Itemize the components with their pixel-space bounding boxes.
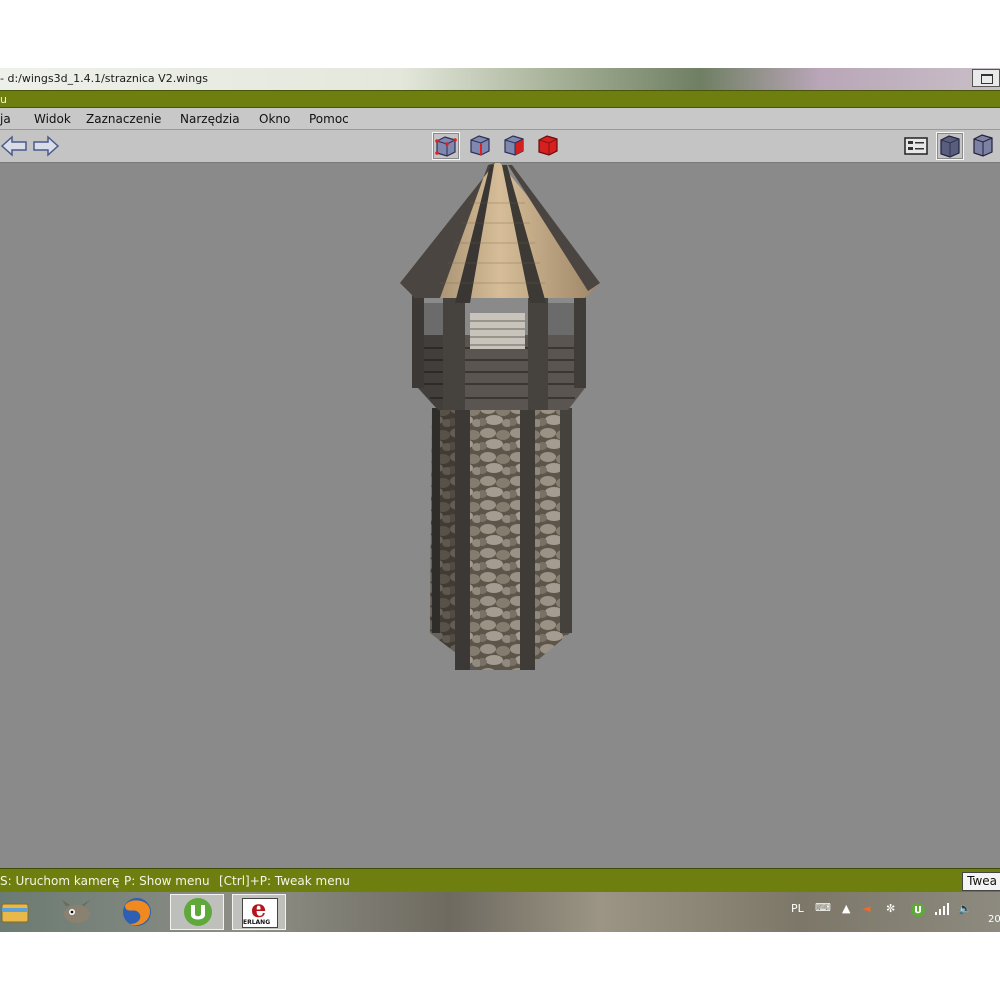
post-left [412, 293, 424, 388]
app-header-bar: u [0, 90, 1000, 108]
tweak-button[interactable]: Twea [962, 872, 1000, 891]
vertex-mode-icon[interactable] [432, 132, 460, 160]
face-mode-icon[interactable] [501, 132, 529, 160]
beam-4 [432, 408, 440, 633]
status-tweak-hint: [Ctrl]+P: Tweak menu [219, 874, 350, 888]
gimp-icon[interactable] [50, 894, 104, 930]
tray-expand-icon[interactable]: ▲ [842, 902, 850, 915]
post-mid-left [443, 293, 465, 410]
utorrent-icon[interactable] [170, 894, 224, 930]
menu-select[interactable]: Zaznaczenie [86, 112, 161, 126]
status-camera-hint: S: Uruchom kamerę [0, 874, 120, 888]
body-mode-icon[interactable] [535, 132, 563, 160]
post-right [574, 293, 586, 388]
tower-window [470, 313, 525, 349]
utorrent-tray-icon[interactable] [910, 902, 926, 921]
app-header-label: u [0, 93, 7, 106]
network-signal-icon[interactable] [934, 902, 950, 919]
3d-viewport[interactable] [0, 163, 1000, 868]
post-mid-right [528, 293, 548, 410]
arrow-right-icon[interactable] [32, 132, 60, 160]
os-taskbar: e ERLANG PL ⌨ ▲ ◄ ✼ 🔈 20 [0, 892, 1000, 932]
maximize-button[interactable] [972, 69, 1000, 87]
erlang-label: ERLANG [243, 919, 271, 926]
tower-model [400, 163, 600, 670]
menu-window[interactable]: Okno [259, 112, 290, 126]
firefox-icon[interactable] [110, 894, 164, 930]
beam-2 [520, 408, 535, 670]
clock[interactable]: 20 [988, 914, 1000, 925]
screenshot-frame: - d:/wings3d_1.4.1/straznica V2.wings u … [0, 68, 1000, 932]
erlang-icon[interactable]: e ERLANG [232, 894, 286, 930]
language-indicator[interactable]: PL [791, 902, 804, 915]
toolbar [0, 130, 1000, 163]
opening-right [548, 303, 574, 335]
arrow-left-icon[interactable] [0, 132, 28, 160]
menu-tools[interactable]: Narzędzia [180, 112, 240, 126]
smooth-shaded-icon[interactable] [936, 132, 964, 160]
beam-1 [455, 408, 470, 670]
menu-bar: ja Widok Zaznaczenie Narzędzia Okno Pomo… [0, 108, 1000, 130]
keyboard-icon[interactable]: ⌨ [815, 901, 831, 914]
opening-left [424, 303, 443, 335]
window-titlebar: - d:/wings3d_1.4.1/straznica V2.wings [0, 68, 1000, 90]
menu-file[interactable]: ja [0, 112, 11, 126]
speaker-app-icon[interactable]: ◄ [862, 902, 870, 915]
status-menu-hint: P: Show menu [124, 874, 210, 888]
settings-tray-icon[interactable]: ✼ [886, 902, 895, 915]
edge-mode-icon[interactable] [467, 132, 495, 160]
menu-help[interactable]: Pomoc [309, 112, 349, 126]
beam-3 [560, 408, 572, 633]
status-bar: S: Uruchom kamerę P: Show menu [Ctrl]+P:… [0, 868, 1000, 892]
view-options-icon[interactable] [902, 132, 930, 160]
menu-view[interactable]: Widok [34, 112, 71, 126]
file-explorer-icon[interactable] [0, 894, 34, 930]
wireframe-cube-icon[interactable] [970, 132, 998, 160]
volume-icon[interactable]: 🔈 [958, 902, 972, 915]
window-title: - d:/wings3d_1.4.1/straznica V2.wings [0, 72, 208, 85]
